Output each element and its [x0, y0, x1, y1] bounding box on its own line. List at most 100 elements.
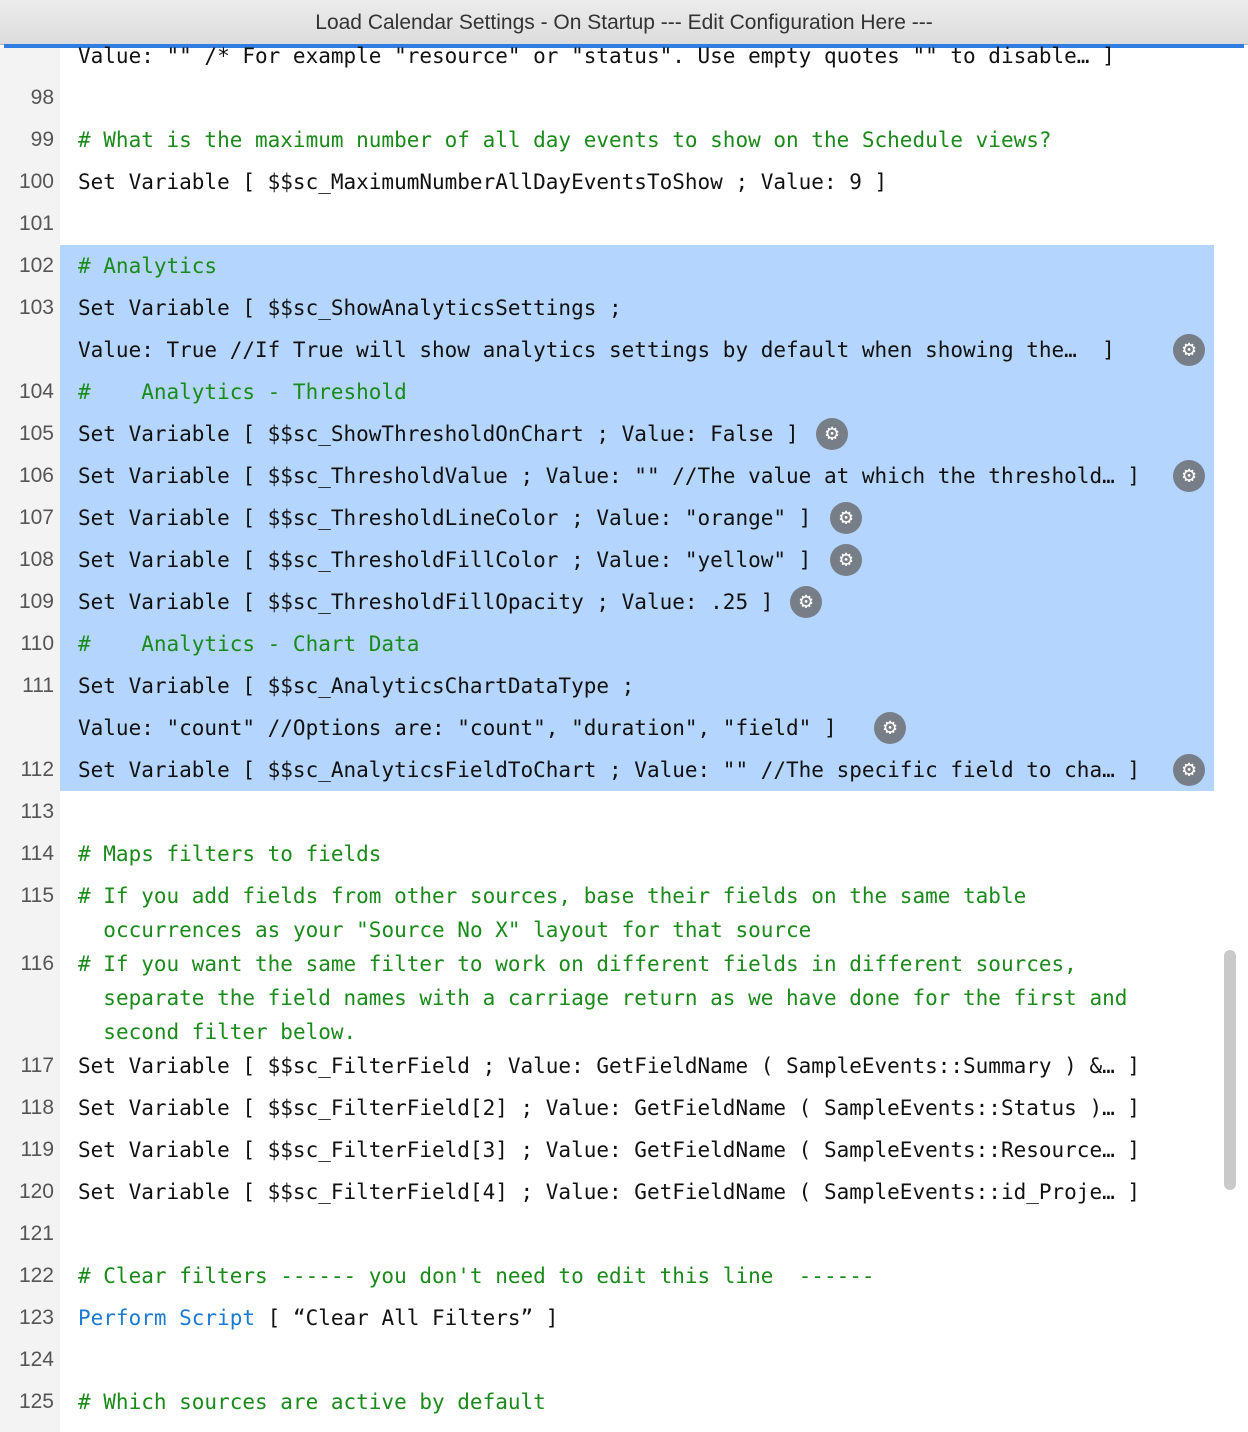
code-line[interactable]: 113 — [0, 791, 1248, 833]
code-line-content[interactable]: Set Variable [ $$sc_FilterField[4] ; Val… — [60, 1171, 1214, 1213]
code-line-content[interactable]: Set Variable [ $$sc_FilterField ; Value:… — [60, 1045, 1214, 1087]
code-line-content[interactable]: # What is the maximum number of all day … — [60, 119, 1214, 161]
code-line[interactable]: 108 Set Variable [ $$sc_ThresholdFillColo… — [0, 539, 1248, 581]
code-line-content[interactable]: Set Variable [ $$sc_ThresholdFillColor ;… — [60, 539, 1214, 581]
code-line[interactable]: 124 — [0, 1339, 1248, 1381]
gear-icon[interactable]: ⚙ — [830, 502, 862, 534]
gear-icon[interactable]: ⚙ — [816, 418, 848, 450]
code-line-content[interactable]: # Analytics — [60, 245, 1214, 287]
line-number: 113 — [20, 800, 54, 823]
gear-icon[interactable]: ⚙ — [830, 544, 862, 576]
line-number: 106 — [18, 464, 54, 487]
line-number: 108 — [18, 548, 54, 571]
line-number: 110 — [20, 632, 54, 655]
code-line-content[interactable]: Set Variable [ $$sc_FilterField[3] ; Val… — [60, 1129, 1214, 1171]
code-line-content[interactable]: # Which sources are active by default — [60, 1381, 1214, 1423]
code-line[interactable]: 98 — [0, 77, 1248, 119]
gear-icon[interactable]: ⚙ — [874, 712, 906, 744]
code-line[interactable]: 125 # Which sources are active by default — [0, 1381, 1248, 1423]
comment-text: # Which sources are active by default — [78, 1390, 546, 1414]
code-line-content[interactable] — [60, 791, 1214, 833]
vertical-scrollbar[interactable] — [1224, 950, 1236, 1190]
code-line[interactable]: 120 Set Variable [ $$sc_FilterField[4] ; … — [0, 1171, 1248, 1213]
gear-icon[interactable]: ⚙ — [1173, 334, 1205, 366]
code-line[interactable]: 99 # What is the maximum number of all da… — [0, 119, 1248, 161]
script-step-text: Set Variable [ $$sc_FilterField[4] ; Val… — [78, 1180, 1141, 1204]
code-line-content[interactable]: Set Variable [ $$sc_ThresholdFillOpacity… — [60, 581, 1214, 623]
code-line[interactable]: 102 # Analytics — [0, 245, 1248, 287]
code-line[interactable]: 117 Set Variable [ $$sc_FilterField ; Val… — [0, 1045, 1248, 1087]
code-line-content[interactable]: # If you add fields from other sources, … — [60, 879, 1214, 947]
code-line-content[interactable] — [60, 203, 1214, 245]
code-line[interactable]: 118 Set Variable [ $$sc_FilterField[2] ; … — [0, 1087, 1248, 1129]
code-line[interactable]: 109 Set Variable [ $$sc_ThresholdFillOpac… — [0, 581, 1248, 623]
code-line[interactable]: 106 Set Variable [ $$sc_ThresholdValue ; … — [0, 455, 1248, 497]
code-line-content[interactable] — [60, 77, 1214, 119]
line-number: 123 — [18, 1306, 54, 1329]
code-line[interactable]: Value: "count" //Options are: "count", "… — [0, 707, 1248, 749]
code-line-content[interactable]: Set Variable [ $$sc_AnalyticsChartDataTy… — [60, 665, 1214, 707]
line-number: 118 — [20, 1096, 54, 1119]
code-line-content[interactable] — [60, 1339, 1214, 1381]
code-line-content[interactable]: Set Variable [ $$sc_ShowAnalyticsSetting… — [60, 287, 1214, 329]
code-line-content[interactable]: Value: True //If True will show analytic… — [60, 329, 1214, 371]
line-number: 100 — [18, 170, 54, 193]
code-line-content[interactable]: # Analytics - Chart Data — [60, 623, 1214, 665]
code-line-content[interactable]: Set Variable [ $$sc_AnalyticsFieldToChar… — [60, 749, 1214, 791]
script-step-text: Set Variable [ $$sc_AnalyticsFieldToChar… — [78, 758, 1141, 782]
code-line[interactable]: 111 Set Variable [ $$sc_AnalyticsChartDat… — [0, 665, 1248, 707]
code-line-content[interactable]: Set Variable [ $$sc_FilterField[2] ; Val… — [60, 1087, 1214, 1129]
code-line-content[interactable]: Set Variable [ $$sc_ThresholdValue ; Val… — [60, 455, 1214, 497]
code-line[interactable]: 101 — [0, 203, 1248, 245]
code-line[interactable]: Value: True //If True will show analytic… — [0, 329, 1248, 371]
code-line-content[interactable]: # If you want the same filter to work on… — [60, 947, 1214, 1049]
code-line[interactable]: 107 Set Variable [ $$sc_ThresholdLineColo… — [0, 497, 1248, 539]
script-step-text: Value: True //If True will show analytic… — [78, 338, 1115, 362]
code-line[interactable]: 105 Set Variable [ $$sc_ShowThresholdOnCh… — [0, 413, 1248, 455]
code-line[interactable]: 114 # Maps filters to fields — [0, 833, 1248, 875]
code-line[interactable]: 121 — [0, 1213, 1248, 1255]
gear-icon[interactable]: ⚙ — [1173, 460, 1205, 492]
comment-text: # Analytics — [78, 254, 218, 278]
script-step-text: Set Variable [ $$sc_FilterField[3] ; Val… — [78, 1138, 1141, 1162]
comment-text: # If you add fields from other sources, … — [78, 884, 1027, 942]
script-step-text: Perform Script [ “Clear All Filters” ] — [78, 1306, 559, 1330]
code-line-content[interactable]: Value: "" /* For example "resource" or "… — [60, 35, 1214, 77]
code-line[interactable]: 122 # Clear filters ------ you don't need… — [0, 1255, 1248, 1297]
line-number: 120 — [18, 1180, 54, 1203]
line-number: 99 — [30, 128, 54, 151]
line-number: 122 — [18, 1264, 54, 1287]
code-line[interactable]: 110 # Analytics - Chart Data — [0, 623, 1248, 665]
code-line[interactable]: 100 Set Variable [ $$sc_MaximumNumberAllD… — [0, 161, 1248, 203]
code-line-content[interactable]: # Analytics - Threshold — [60, 371, 1214, 413]
code-line[interactable]: 103 Set Variable [ $$sc_ShowAnalyticsSett… — [0, 287, 1248, 329]
script-step-text: Set Variable [ $$sc_ThresholdValue ; Val… — [78, 464, 1141, 488]
line-number: 98 — [30, 86, 54, 109]
code-line-content[interactable]: Value: "count" //Options are: "count", "… — [60, 707, 1214, 749]
code-line[interactable]: Value: "" /* For example "resource" or "… — [0, 35, 1248, 77]
code-line[interactable]: 112 Set Variable [ $$sc_AnalyticsFieldToC… — [0, 749, 1248, 791]
comment-text: # Analytics - Chart Data — [78, 632, 420, 656]
code-line[interactable]: 104 # Analytics - Threshold — [0, 371, 1248, 413]
gear-icon[interactable]: ⚙ — [790, 586, 822, 618]
script-step-text: Value: "count" //Options are: "count", "… — [78, 716, 837, 740]
code-line-content[interactable] — [60, 1213, 1214, 1255]
script-step-text: Set Variable [ $$sc_FilterField ; Value:… — [78, 1054, 1141, 1078]
line-number: 116 — [20, 952, 54, 975]
code-line[interactable]: 115 # If you add fields from other source… — [0, 879, 1248, 947]
script-step-text: Set Variable [ $$sc_AnalyticsChartDataTy… — [78, 674, 635, 698]
gear-icon[interactable]: ⚙ — [1173, 754, 1205, 786]
code-line[interactable]: 116 # If you want the same filter to work… — [0, 947, 1248, 1049]
line-number: 102 — [18, 254, 54, 277]
code-line[interactable]: 123 Perform Script [ “Clear All Filters” … — [0, 1297, 1248, 1339]
code-line[interactable]: 119 Set Variable [ $$sc_FilterField[3] ; … — [0, 1129, 1248, 1171]
code-line-content[interactable]: # Clear filters ------ you don't need to… — [60, 1255, 1214, 1297]
line-number: 115 — [20, 884, 54, 907]
script-step-text: Set Variable [ $$sc_ThresholdLineColor ;… — [78, 506, 812, 530]
script-step-text: Set Variable [ $$sc_FilterField[2] ; Val… — [78, 1096, 1141, 1120]
code-line-content[interactable]: Set Variable [ $$sc_ThresholdLineColor ;… — [60, 497, 1214, 539]
code-line-content[interactable]: # Maps filters to fields — [60, 833, 1214, 875]
code-line-content[interactable]: Perform Script [ “Clear All Filters” ] — [60, 1297, 1214, 1339]
code-line-content[interactable]: Set Variable [ $$sc_MaximumNumberAllDayE… — [60, 161, 1214, 203]
code-line-content[interactable]: Set Variable [ $$sc_ShowThresholdOnChart… — [60, 413, 1214, 455]
